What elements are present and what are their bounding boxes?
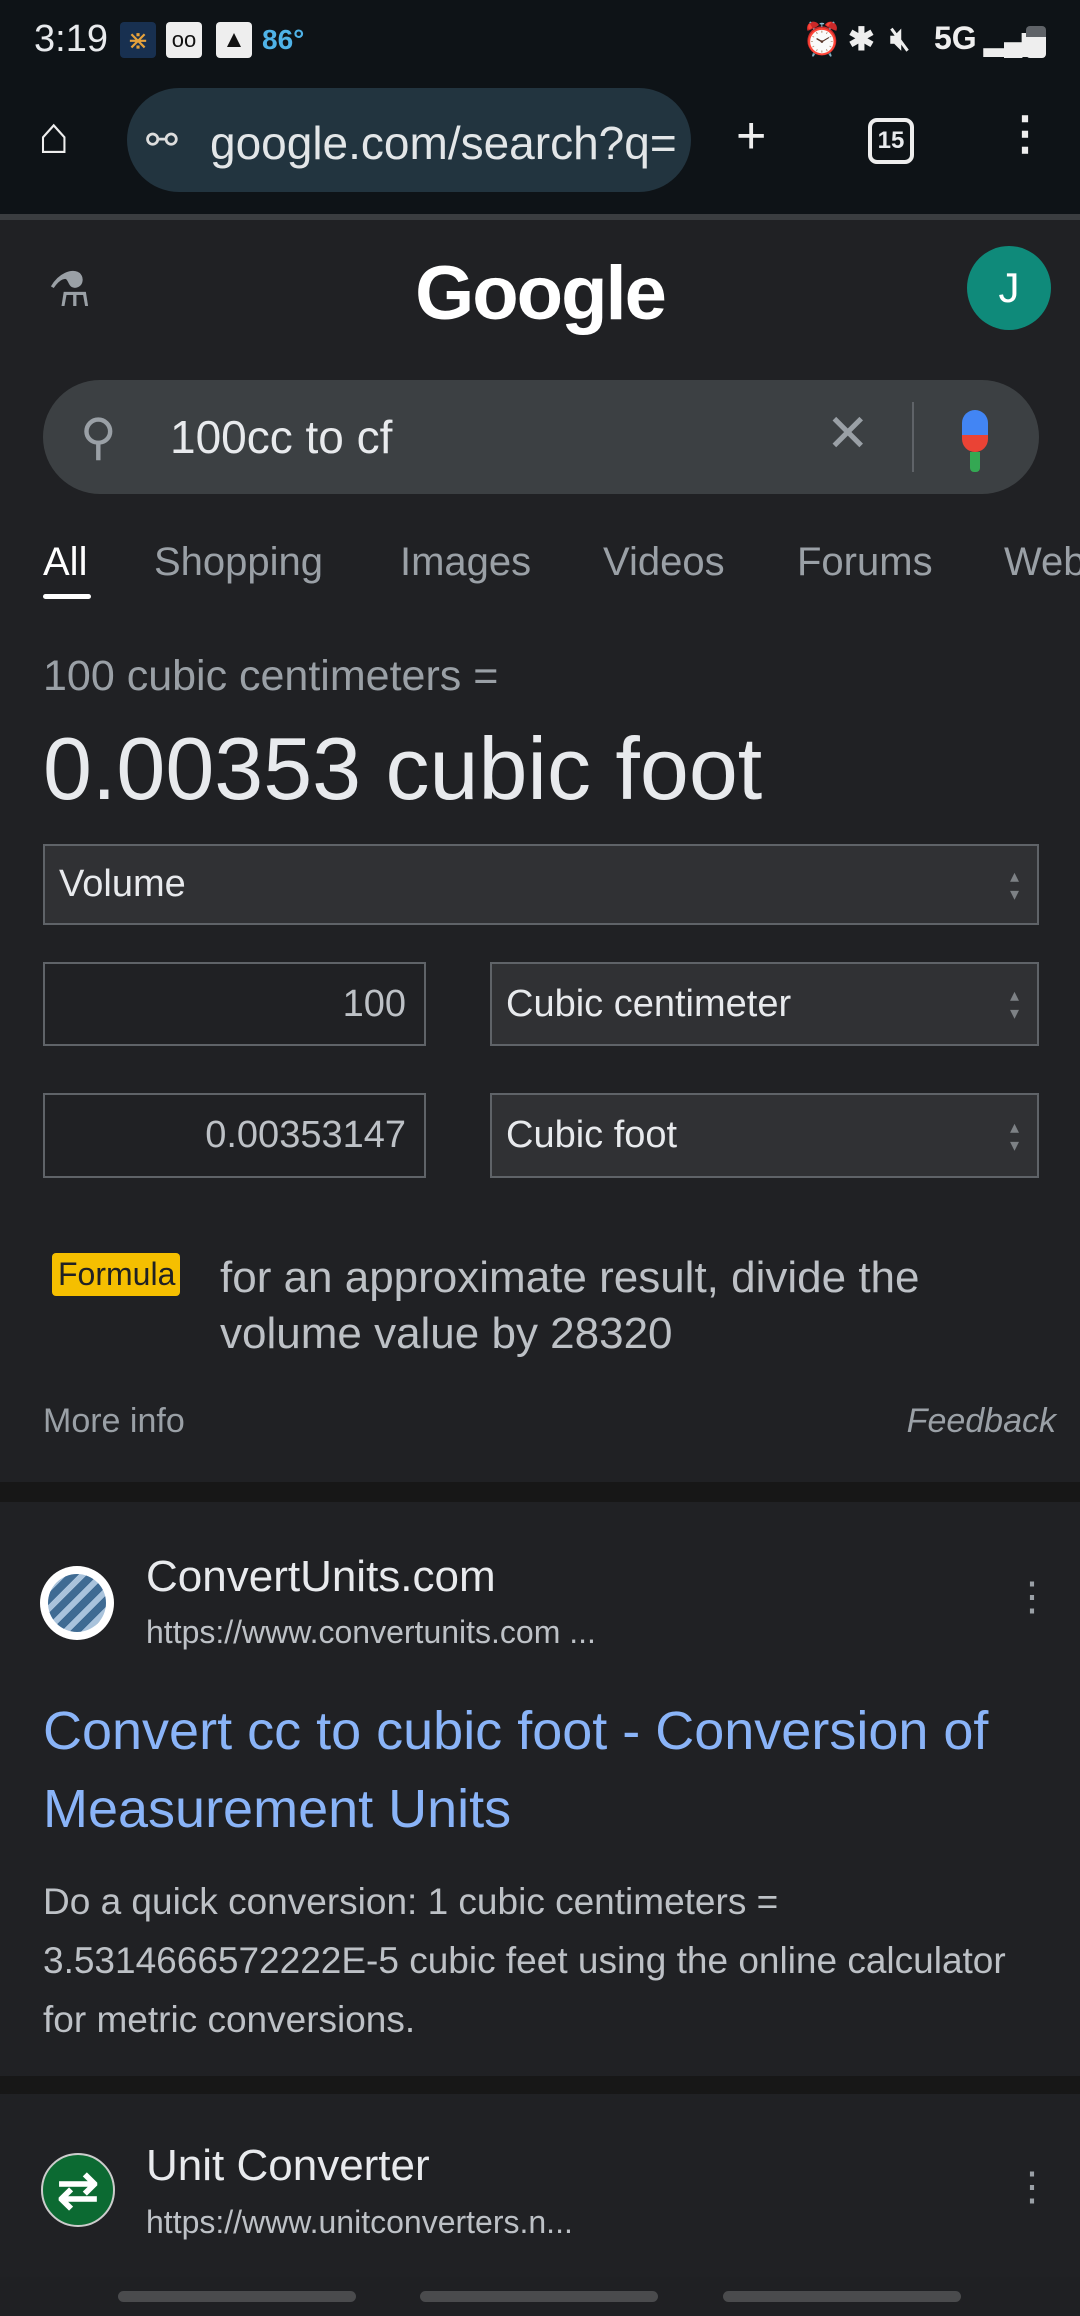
- to-unit: Cubic foot: [506, 1114, 678, 1156]
- result-menu-icon[interactable]: ⋮: [1012, 2164, 1052, 2210]
- conversion-result: 0.00353 cubic foot: [43, 719, 763, 818]
- weather-temperature: 86°: [262, 24, 305, 55]
- home-icon[interactable]: ⌂: [38, 106, 69, 166]
- from-value: 100: [342, 982, 406, 1025]
- result-site-name[interactable]: Unit Converter: [146, 2141, 430, 2191]
- microphone-icon[interactable]: [962, 410, 988, 452]
- url-text[interactable]: google.com/search?q=: [210, 116, 675, 170]
- menu-icon[interactable]: ⋮: [1002, 106, 1048, 160]
- result-snippet: Do a quick conversion: 1 cubic centimete…: [43, 1881, 1006, 2040]
- alarm-icon: ⏰: [802, 21, 842, 57]
- conversion-subtitle: 100 cubic centimeters =: [43, 652, 499, 700]
- from-unit: Cubic centimeter: [506, 982, 792, 1025]
- tab-videos[interactable]: Videos: [603, 540, 725, 585]
- network-type: 5G: [934, 20, 977, 56]
- result-url[interactable]: https://www.convertunits.com ...: [146, 1614, 596, 1651]
- search-divider: [912, 402, 914, 472]
- image-icon: ▲: [216, 22, 252, 58]
- to-unit-select[interactable]: Cubic foot ▴ ▾: [490, 1093, 1039, 1178]
- unitconverter-favicon[interactable]: ⇄: [41, 2153, 115, 2227]
- site-settings-icon[interactable]: ⚯: [146, 118, 178, 163]
- nav-back-handle[interactable]: [723, 2291, 961, 2302]
- select-arrows-icon: ▴ ▾: [1009, 985, 1019, 1023]
- tab-switcher-button[interactable]: 15: [868, 118, 914, 164]
- active-tab-indicator: [43, 594, 91, 599]
- to-value-input[interactable]: 0.00353147: [43, 1093, 426, 1178]
- category-select[interactable]: Volume ▴ ▾: [43, 844, 1039, 925]
- tab-all[interactable]: All: [43, 540, 87, 585]
- select-arrows-icon: ▴ ▾: [1009, 1116, 1019, 1155]
- battery-icon: [1026, 26, 1046, 58]
- nav-recents-handle[interactable]: [118, 2291, 356, 2302]
- microphone-stand: [970, 452, 980, 472]
- formula-text: for an approximate result, divide the vo…: [220, 1253, 920, 1358]
- feedback-link[interactable]: Feedback: [907, 1402, 1056, 1441]
- from-value-input[interactable]: 100: [43, 962, 426, 1046]
- result-menu-icon[interactable]: ⋮: [1012, 1574, 1052, 1620]
- search-icon: ⚲: [80, 409, 117, 465]
- more-info-link[interactable]: More info: [43, 1402, 185, 1441]
- formula-badge: Formula: [52, 1253, 180, 1296]
- browser-chrome: 3:19 ⋇ oo ▲ 86° ⏰ ✱ 🔇︎ 5G ▂▄▆ ⌂ ⚯ google…: [0, 0, 1080, 214]
- card-separator: [0, 1482, 1080, 1502]
- bluetooth-icon: ✱: [848, 21, 875, 57]
- app-icon: ⋇: [120, 22, 156, 58]
- new-tab-icon[interactable]: +: [736, 106, 766, 166]
- tab-forums[interactable]: Forums: [797, 540, 933, 585]
- google-logo[interactable]: Google: [0, 250, 1080, 337]
- tab-web[interactable]: Web: [1004, 540, 1080, 585]
- from-unit-select[interactable]: Cubic centimeter ▴ ▾: [490, 962, 1039, 1046]
- select-arrows-icon: ▴ ▾: [1009, 865, 1019, 904]
- tab-images[interactable]: Images: [400, 540, 531, 585]
- result-url[interactable]: https://www.unitconverters.n...: [146, 2204, 573, 2241]
- to-value: 0.00353147: [205, 1114, 406, 1156]
- search-query[interactable]: 100cc to cf: [170, 410, 392, 464]
- card-separator: [0, 2076, 1080, 2094]
- avatar[interactable]: J: [967, 246, 1051, 330]
- voicemail-icon: oo: [166, 22, 202, 58]
- clear-icon[interactable]: ✕: [826, 404, 870, 464]
- result-site-name[interactable]: ConvertUnits.com: [146, 1552, 496, 1602]
- category-value: Volume: [59, 863, 186, 905]
- tab-shopping[interactable]: Shopping: [154, 540, 323, 585]
- mute-icon: 🔇︎: [890, 20, 911, 56]
- nav-home-handle[interactable]: [420, 2291, 658, 2302]
- status-time: 3:19: [34, 18, 108, 60]
- convertunits-favicon[interactable]: [40, 1566, 114, 1640]
- result-title-link[interactable]: Convert cc to cubic foot - Conversion of…: [43, 1692, 1043, 1848]
